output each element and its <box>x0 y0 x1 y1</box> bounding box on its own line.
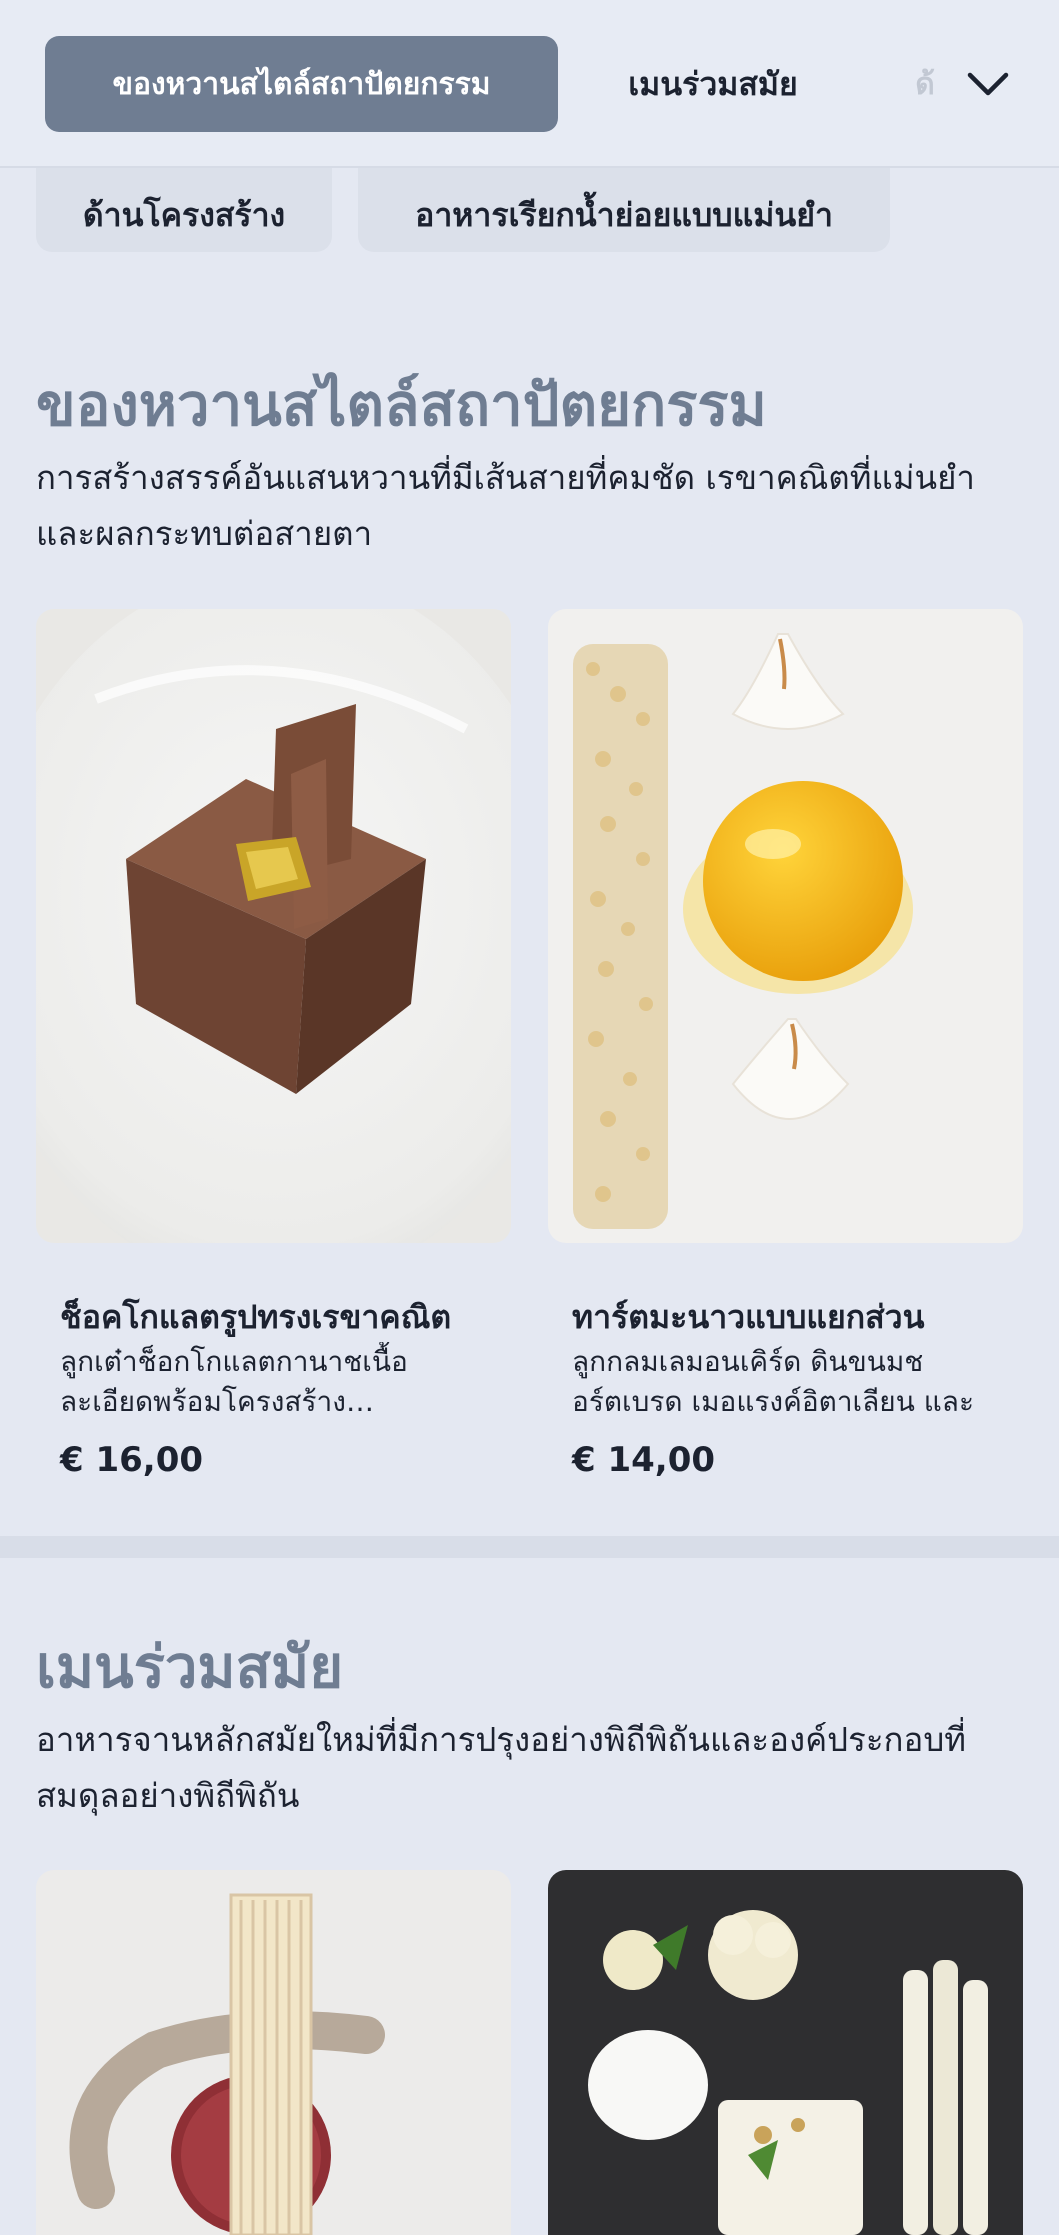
tab-partial[interactable]: ด้ <box>905 36 945 132</box>
section-divider <box>0 1536 1059 1558</box>
section-description: การสร้างสรรค์อันแสนหวานที่มีเส้นสายที่คม… <box>36 458 975 553</box>
category-nav: ของหวานสไตล์สถาปัตยกรรม เมนร่วมสมัย ด้ <box>0 0 1059 168</box>
section-description: อาหารจานหลักสมัยใหม่ที่มีการปรุงอย่างพิถ… <box>36 1720 967 1815</box>
chevron-down-icon[interactable] <box>960 56 1016 112</box>
dish-name: ช็อคโกแลตรูปทรงเรขาคณิต <box>60 1298 452 1336</box>
dish-description: ลูกกลมเลมอนเคิร์ด ดินขนมชอร์ตเบรด เมอแรง… <box>572 1345 974 1418</box>
dish-price: € 14,00 <box>572 1440 716 1480</box>
section-title: ของหวานสไตล์สถาปัตยกรรม <box>36 371 767 439</box>
tab-label: ด้ <box>915 66 935 102</box>
dish-image-meat[interactable] <box>36 1870 511 2235</box>
dish-description: ลูกเต๋าช็อกโกแลตกานาชเนื้อละเอียดพร้อมโค… <box>60 1345 408 1418</box>
tab-label: ของหวานสไตล์สถาปัตยกรรม <box>112 66 491 102</box>
section-title: เมนร่วมสมัย <box>36 1633 344 1701</box>
tab-architectural-desserts[interactable]: ของหวานสไตล์สถาปัตยกรรม <box>45 36 558 132</box>
dish-name: ทาร์ตมะนาวแบบแยกส่วน <box>572 1298 925 1336</box>
dish-image-cauliflower[interactable] <box>548 1870 1023 2235</box>
dish-image-chocolate[interactable] <box>36 609 511 1243</box>
tab-label: เมนร่วมสมัย <box>628 64 798 103</box>
chip-label: อาหารเรียกน้ำย่อยแบบแม่นยำ <box>415 195 833 234</box>
dish-image-lemon-tart[interactable] <box>548 609 1023 1243</box>
dish-price: € 16,00 <box>60 1440 204 1480</box>
chip-label: ด้านโครงสร้าง <box>82 195 286 234</box>
tab-contemporary-menu[interactable]: เมนร่วมสมัย <box>598 36 828 132</box>
